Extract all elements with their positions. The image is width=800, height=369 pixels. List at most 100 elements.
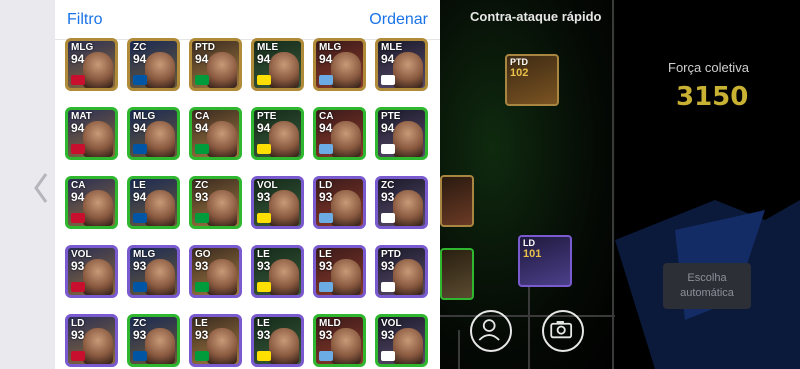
player-card[interactable]: CA 94: [65, 176, 118, 229]
field-player-card[interactable]: LD 101: [518, 235, 572, 287]
player-card[interactable]: LD 93: [65, 314, 118, 367]
player-rating: 93: [133, 328, 147, 342]
player-card[interactable]: LE 93: [251, 245, 304, 298]
field-player-card[interactable]: [440, 248, 474, 300]
player-portrait: [145, 190, 175, 226]
field-player-rating: 101: [523, 248, 542, 260]
player-card[interactable]: VOL 93: [65, 245, 118, 298]
pitch-line: [528, 285, 530, 369]
player-card[interactable]: ZC 93: [127, 314, 180, 367]
player-rating: 93: [319, 190, 333, 204]
player-card[interactable]: MAT 94: [65, 107, 118, 160]
player-portrait: [331, 259, 361, 295]
team-badge-icon: [257, 213, 271, 223]
player-card[interactable]: PTD 93: [375, 245, 428, 298]
player-portrait: [269, 259, 299, 295]
player-rating: 93: [71, 259, 85, 273]
player-card[interactable]: MLD 93: [313, 314, 366, 367]
player-portrait: [393, 52, 423, 88]
player-card[interactable]: PTE 94: [251, 107, 304, 160]
team-badge-icon: [381, 75, 395, 85]
player-card[interactable]: LD 93: [313, 176, 366, 229]
player-picker-panel: Filtro Ordenar MLG 94 ZC 94 PTD 94 MLE 94 MLG 94 M…: [55, 0, 440, 369]
player-card[interactable]: MLE 94: [251, 38, 304, 91]
player-card[interactable]: GO 93: [189, 245, 242, 298]
player-portrait: [83, 190, 113, 226]
player-rating: 94: [257, 52, 271, 66]
sort-button[interactable]: Ordenar: [369, 11, 428, 29]
player-card[interactable]: LE 93: [313, 245, 366, 298]
player-card[interactable]: CA 94: [189, 107, 242, 160]
player-rating: 93: [195, 190, 209, 204]
player-portrait: [83, 121, 113, 157]
player-card[interactable]: MLG 94: [65, 38, 118, 91]
player-card[interactable]: MLG 94: [127, 107, 180, 160]
player-card[interactable]: MLG 94: [313, 38, 366, 91]
player-rating: 93: [257, 259, 271, 273]
filter-button[interactable]: Filtro: [67, 11, 103, 29]
player-card[interactable]: LE 93: [251, 314, 304, 367]
team-badge-icon: [195, 75, 209, 85]
team-badge-icon: [257, 282, 271, 292]
team-badge-icon: [133, 351, 147, 361]
player-portrait: [207, 190, 237, 226]
team-badge-icon: [71, 282, 85, 292]
field-player-card[interactable]: PTD 102: [505, 54, 559, 106]
player-card[interactable]: CA 94: [313, 107, 366, 160]
team-badge-icon: [319, 282, 333, 292]
team-badge-icon: [319, 144, 333, 154]
player-card[interactable]: PTE 94: [375, 107, 428, 160]
player-rating: 94: [133, 190, 147, 204]
player-card[interactable]: ZC 93: [375, 176, 428, 229]
team-badge-icon: [71, 351, 85, 361]
team-badge-icon: [71, 213, 85, 223]
player-card[interactable]: PTD 94: [189, 38, 242, 91]
profile-button[interactable]: [470, 310, 512, 352]
player-portrait: [393, 190, 423, 226]
field-player-position: LD: [523, 238, 535, 248]
player-portrait: [269, 52, 299, 88]
player-card[interactable]: ZC 93: [189, 176, 242, 229]
player-rating: 94: [195, 52, 209, 66]
team-badge-icon: [133, 282, 147, 292]
player-rating: 94: [319, 52, 333, 66]
person-icon: [478, 319, 500, 341]
player-card[interactable]: ZC 94: [127, 38, 180, 91]
field-player-position: PTD: [510, 57, 528, 67]
player-portrait: [331, 190, 361, 226]
player-rating: 93: [381, 328, 395, 342]
player-card[interactable]: MLE 94: [375, 38, 428, 91]
player-portrait: [83, 328, 113, 364]
player-rating: 94: [381, 121, 395, 135]
player-card[interactable]: VOL 93: [251, 176, 304, 229]
camera-button[interactable]: [542, 310, 584, 352]
player-portrait: [393, 259, 423, 295]
team-badge-icon: [257, 75, 271, 85]
team-badge-icon: [381, 213, 395, 223]
player-portrait: [269, 121, 299, 157]
player-portrait: [393, 328, 423, 364]
player-portrait: [83, 259, 113, 295]
player-card[interactable]: LE 93: [189, 314, 242, 367]
camera-icon: [550, 321, 573, 339]
team-badge-icon: [319, 75, 333, 85]
player-portrait: [269, 190, 299, 226]
player-rating: 94: [195, 121, 209, 135]
player-rating: 93: [381, 190, 395, 204]
player-rating: 93: [195, 328, 209, 342]
team-badge-icon: [133, 213, 147, 223]
player-rating: 94: [71, 190, 85, 204]
team-badge-icon: [71, 144, 85, 154]
player-portrait: [269, 328, 299, 364]
player-card[interactable]: VOL 93: [375, 314, 428, 367]
field-player-card[interactable]: [440, 175, 474, 227]
team-strength-label: Força coletiva: [668, 60, 749, 75]
player-card[interactable]: MLG 93: [127, 245, 180, 298]
player-rating: 94: [133, 121, 147, 135]
auto-select-button[interactable]: Escolha automática: [663, 263, 751, 309]
player-portrait: [331, 328, 361, 364]
back-chevron-icon[interactable]: [30, 168, 50, 208]
team-badge-icon: [257, 144, 271, 154]
player-rating: 93: [133, 259, 147, 273]
player-card[interactable]: LE 94: [127, 176, 180, 229]
